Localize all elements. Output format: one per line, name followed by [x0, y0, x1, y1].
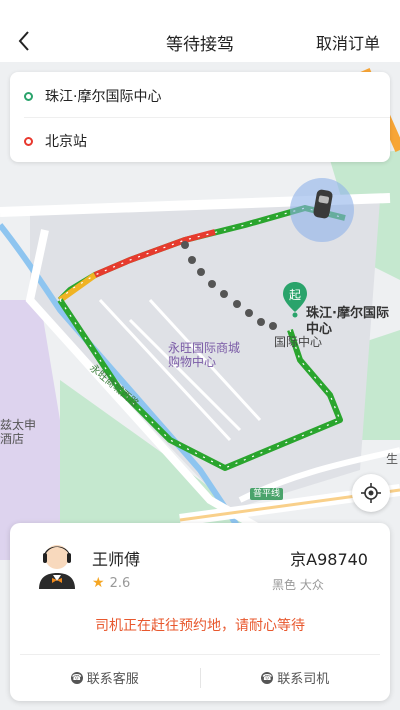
pickup-row[interactable]: 珠江·摩尔国际中心: [24, 86, 161, 106]
crosshair-icon: [361, 483, 381, 503]
destination-dot-icon: [24, 136, 33, 146]
status-message: 司机正在赶往预约地，请耐心等待: [95, 618, 305, 634]
pickup-location: 珠江·摩尔国际中心: [45, 89, 162, 105]
phone-icon: ☎: [70, 671, 83, 684]
contact-service-button[interactable]: ☎ 联系客服: [10, 654, 200, 701]
cancel-order-button[interactable]: 取消订单: [316, 30, 380, 54]
car-description: 黑色 大众: [272, 578, 324, 592]
mall-map-label: 永旺国际商城购物中心: [168, 341, 241, 369]
destination-location: 北京站: [45, 134, 87, 150]
divider: [24, 117, 390, 118]
hotel-map-label: 兹太申 酒店: [0, 418, 37, 446]
driver-info-card: 王师傅 ★ 2.6 京A98740 黑色 大众 司机正在赶往预约地，请耐心等待 …: [10, 523, 390, 701]
poi-sub-label: 国际中心: [274, 335, 323, 349]
driver-avatar-icon: [39, 545, 75, 589]
partial-map-label: 生: [386, 452, 399, 466]
contact-driver-button[interactable]: ☎ 联系司机: [201, 654, 391, 701]
pickup-dot-icon: [24, 91, 33, 101]
contact-driver-label: 联系司机: [277, 672, 330, 687]
rating-value: 2.6: [109, 575, 131, 591]
locate-me-button[interactable]: [352, 474, 390, 512]
road-badge: 普平线: [250, 488, 284, 500]
trip-locations-card: 珠江·摩尔国际中心 北京站: [10, 72, 390, 162]
contact-service-label: 联系客服: [86, 672, 139, 687]
phone-icon: ☎: [261, 671, 274, 684]
driver-name: 王师傅: [92, 550, 141, 569]
start-pin-icon: 起: [283, 282, 307, 318]
contact-actions: ☎ 联系客服 ☎ 联系司机: [10, 654, 390, 701]
license-plate: 京A98740: [290, 550, 368, 569]
driver-rating: ★ 2.6: [92, 575, 130, 591]
star-icon: ★: [92, 575, 105, 591]
top-bar: 等待接驾 取消订单: [0, 0, 400, 62]
svg-text:起: 起: [289, 288, 301, 302]
destination-row[interactable]: 北京站: [24, 131, 87, 151]
